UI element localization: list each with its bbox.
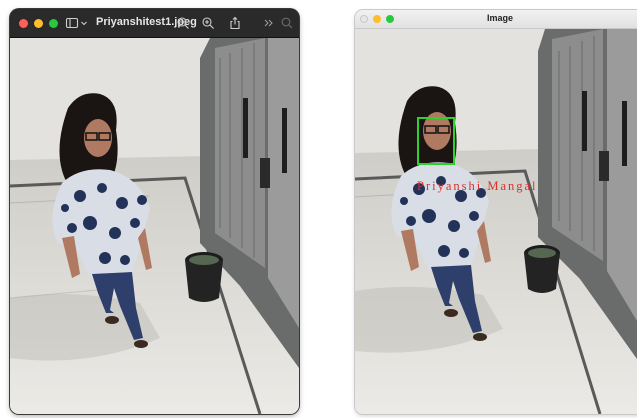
sidebar-icon[interactable] <box>65 16 79 30</box>
minimize-button[interactable] <box>34 19 43 28</box>
share-icon[interactable] <box>228 16 242 30</box>
face-label: Priyanshi Mangal <box>417 179 538 193</box>
chevron-down-icon[interactable] <box>80 16 88 30</box>
zoom-button[interactable] <box>49 19 58 28</box>
preview-titlebar: Priyanshitest1.jpeg <box>10 9 299 38</box>
zoom-in-icon[interactable] <box>201 16 215 30</box>
zoom-out-icon[interactable] <box>176 16 190 30</box>
preview-window: Priyanshitest1.jpeg <box>10 9 299 414</box>
face-detection-box <box>417 117 455 165</box>
search-icon[interactable] <box>280 16 294 30</box>
photo-canvas: Priyanshi Mangal <box>355 29 637 414</box>
window-title: Image <box>486 13 513 23</box>
window-controls <box>19 19 58 28</box>
image-window: Image Priyanshi Mangal <box>355 10 637 414</box>
photo-scene <box>10 38 299 414</box>
more-icon[interactable] <box>262 16 276 30</box>
image-titlebar: Image <box>355 10 637 29</box>
close-button[interactable] <box>19 19 28 28</box>
photo-canvas <box>10 38 299 414</box>
photo-scene <box>355 29 637 414</box>
